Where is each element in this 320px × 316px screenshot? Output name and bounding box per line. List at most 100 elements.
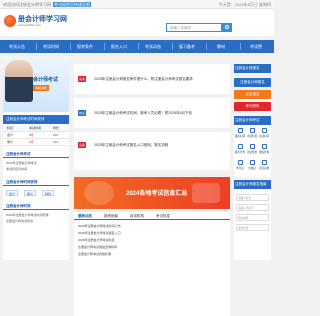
certificate-icon <box>249 160 255 165</box>
list-item[interactable]: 注册会计师考试成绩查询时间 <box>78 245 117 249</box>
nav-item-fee[interactable]: 考试费 <box>242 40 270 53</box>
pill-link[interactable]: 财管 <box>42 190 55 196</box>
list-item[interactable]: 2025年注册会计师考试报名入口 <box>78 231 121 235</box>
search-icon <box>261 144 267 149</box>
header: 册会计师学习网 www.kjwh51.com 请输入关键词 <box>0 9 274 36</box>
news-button[interactable]: 考试资讯 <box>234 102 271 111</box>
quick-link[interactable]: 考试费用 <box>246 144 258 154</box>
left-line[interactable]: 2025年注册会计师考试 <box>6 161 37 165</box>
quick-link[interactable]: 报考条件 <box>234 144 246 154</box>
left-line[interactable]: 注册会计师考试时间 <box>6 219 33 223</box>
guide-form: 请输入姓名 请输入手机号 所在地区 报考科目 <box>234 189 271 260</box>
nav-item-conditions[interactable]: 报考条件 <box>72 40 98 53</box>
card-icon <box>237 160 243 165</box>
name-field[interactable]: 请输入姓名 <box>236 194 269 201</box>
list-item[interactable]: 2025年注册会计师考试科目 <box>78 238 115 242</box>
left-line[interactable]: 2025年注册会计师考试时间安排 <box>6 213 49 217</box>
quick-link[interactable]: 合格证 <box>246 160 258 170</box>
news-card: 热点 2025年注册会计师考试时间，报考人员必看！附2025年6月下旬 <box>74 98 230 128</box>
news-tag: 热点 <box>78 110 87 116</box>
banner-badge: 考前冲刺 <box>33 85 50 91</box>
table-cell: 科目 <box>7 126 14 130</box>
right-column: 注册会计师报名 注册会计师报名 点击报名 考试资讯 注册会计师考试 报名时间 考… <box>234 56 271 260</box>
quick-link[interactable]: 考试时间 <box>258 128 270 138</box>
calendar-icon <box>237 128 243 133</box>
tab-info[interactable]: 考试信息 <box>156 214 170 219</box>
schedule-table: 科目 考试时间 时长 会计 8月 180 审计 8月 150 <box>3 125 69 146</box>
nav-item-registration[interactable]: 报名入口 <box>106 40 132 53</box>
tab-training[interactable]: 培训机构 <box>130 214 144 219</box>
news-tabs: 最新动态 报考指南 培训机构 考试信息 <box>74 212 230 220</box>
search-button[interactable] <box>222 23 232 32</box>
quick-link[interactable]: 准考证 <box>234 160 246 170</box>
quick-links-grid: 报名时间 考试科目 考试时间 报考条件 考试费用 成绩查询 准考证 合格证 考试… <box>234 125 271 177</box>
quick-link[interactable]: 报名时间 <box>234 128 246 138</box>
date-text: 今天是：2025年8月日 星期四 <box>218 2 271 7</box>
top-bar: 欢迎访问注册会计师学习网 考试网首页快速导航 今天是：2025年8月日 星期四 <box>0 0 274 9</box>
search-input[interactable]: 请输入关键词 <box>166 23 222 32</box>
list-item[interactable]: 注册会计师考试合格标准 <box>78 252 111 256</box>
news-icon <box>261 160 267 165</box>
news-item[interactable]: 头条 2025年注册会计师考试报名入口官网，报名流程 <box>74 140 234 150</box>
pill-link[interactable]: 会计 <box>6 190 19 196</box>
left-banner[interactable]: 会计师考试 考前冲刺 <box>3 56 69 112</box>
subject-field[interactable]: 报考科目 <box>236 224 269 231</box>
nav-item-textbook[interactable]: 教材 <box>208 40 234 53</box>
nav-item-exam-time[interactable]: 考试时间 <box>38 40 64 53</box>
pill-link[interactable]: 审计 <box>24 190 37 196</box>
tab-latest[interactable]: 最新动态 <box>78 214 92 219</box>
table-cell: 8月 <box>29 133 34 137</box>
pill-group: 会计 审计 财管 <box>6 190 66 198</box>
right-title-guide: 注册会计师报名指南 <box>234 180 271 189</box>
table-cell: 180 <box>53 133 59 137</box>
search-icon <box>225 25 229 29</box>
nav-item-news[interactable]: 考试动态 <box>140 40 166 53</box>
right-title-register: 注册会计师报名 <box>234 64 271 73</box>
news-title[interactable]: 2025年注册会计师考试时间，报考人员必看！附2025年6月下旬 <box>94 111 192 116</box>
promo-text: 2024各地考试信息汇总 <box>126 191 188 197</box>
checklist-icon <box>237 144 243 149</box>
news-tag: 头条 <box>78 76 87 82</box>
promo-graphic <box>84 181 114 205</box>
schedule-bar: 注册会计师考试时间安排 <box>3 115 69 124</box>
table-cell: 会计 <box>7 133 14 137</box>
news-list: 2025年注册会计师考试时间公布 2025年注册会计师考试报名入口 2025年注… <box>74 220 230 316</box>
welcome-text: 欢迎访问注册会计师学习网 考试网首页快速导航 <box>3 2 91 7</box>
register-button[interactable]: 注册会计师报名 <box>234 78 271 87</box>
phone-field[interactable]: 请输入手机号 <box>236 204 269 211</box>
news-tag: 头条 <box>78 142 87 148</box>
table-cell: 考试时间 <box>29 126 42 130</box>
region-field[interactable]: 所在地区 <box>236 214 269 221</box>
quick-link[interactable]: 考试科目 <box>246 128 258 138</box>
nav-item-announcement[interactable]: 考试公告 <box>4 40 30 53</box>
quick-link[interactable]: 成绩查询 <box>258 144 270 154</box>
quick-nav-link[interactable]: 考试网首页快速导航 <box>53 2 91 7</box>
table-cell: 审计 <box>7 140 14 144</box>
promo-graphic <box>192 183 220 203</box>
news-title[interactable]: 2025年注册会计师考试报名入口官网，报名流程 <box>94 143 168 148</box>
quick-link[interactable]: 考试动态 <box>258 160 270 170</box>
right-title-exam: 注册会计师考试 <box>234 116 271 125</box>
money-icon <box>249 144 255 149</box>
table-cell: 8月 <box>29 140 34 144</box>
logo-icon[interactable] <box>4 15 16 27</box>
nav-item-review[interactable]: 复习备考 <box>174 40 200 53</box>
apply-button[interactable]: 点击报名 <box>234 90 271 99</box>
tab-guide[interactable]: 报考指南 <box>104 214 118 219</box>
news-item[interactable]: 热点 2025年注册会计师考试时间，报考人员必看！附2025年6月下旬 <box>74 108 234 118</box>
news-title[interactable]: 2025年注册会计师报名条件是什么，附注册会计师考试报名要求 <box>94 77 193 82</box>
section-title-time: 注册会计师时间 <box>3 202 69 210</box>
clock-icon <box>261 128 267 133</box>
news-card: 头条 2025年注册会计师报名条件是什么，附注册会计师考试报名要求 <box>74 64 230 94</box>
news-item[interactable]: 头条 2025年注册会计师报名条件是什么，附注册会计师考试报名要求 <box>74 74 234 84</box>
table-row: 审计 8月 150 <box>3 139 69 146</box>
banner-photo <box>5 60 33 102</box>
promo-banner[interactable]: 2024各地考试信息汇总 <box>74 177 230 209</box>
banner-text: 会计师考试 <box>33 77 59 83</box>
center-column: 头条 2025年注册会计师报名条件是什么，附注册会计师考试报名要求 热点 202… <box>72 56 234 316</box>
table-row: 会计 8月 180 <box>3 132 69 139</box>
list-item[interactable]: 2025年注册会计师考试时间公布 <box>78 224 121 228</box>
left-line[interactable]: 考试科目与时间 <box>6 167 27 171</box>
section-title-schedule: 注册会计师时间安排 <box>3 178 69 186</box>
table-cell: 150 <box>53 140 59 144</box>
